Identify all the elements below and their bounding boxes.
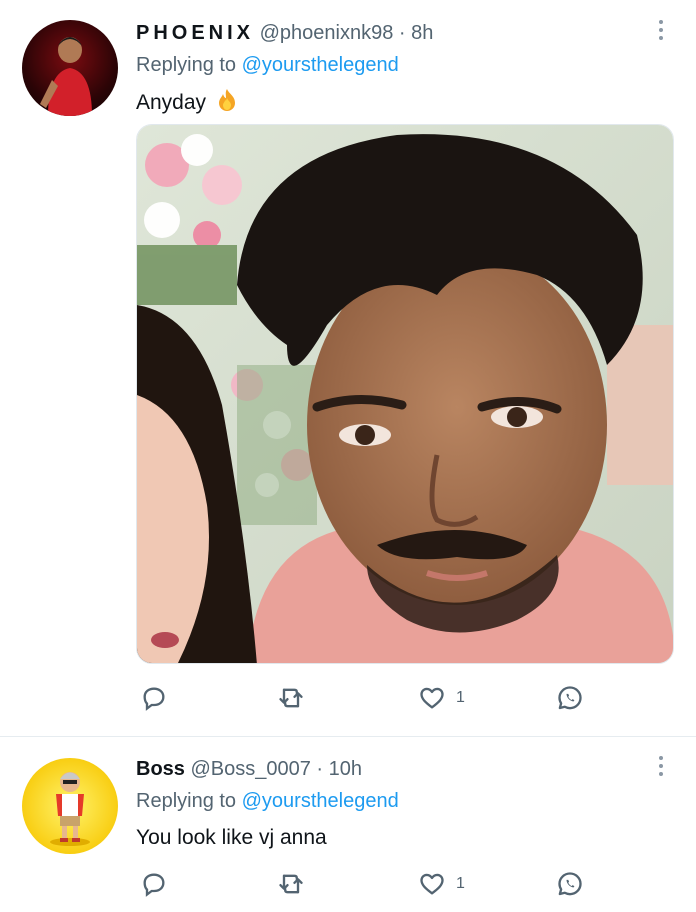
- tweet-actions: 1: [136, 870, 590, 900]
- retweet-icon: [279, 688, 303, 708]
- like-count: 1: [456, 689, 465, 706]
- tweet-actions: 1: [136, 684, 590, 714]
- like-button[interactable]: 1: [418, 870, 465, 898]
- reply-icon: [143, 687, 165, 711]
- retweet-button[interactable]: [276, 870, 306, 898]
- tweet-body: You look like vj anna: [136, 826, 327, 849]
- tweet-header: PHOENIX @phoenixnk98 · 8h: [136, 22, 433, 45]
- share-whatsapp-button[interactable]: [556, 684, 584, 712]
- whatsapp-icon: [558, 872, 582, 896]
- divider: [0, 736, 696, 737]
- whatsapp-icon: [558, 686, 582, 710]
- tweet-text: Anyday: [136, 88, 238, 118]
- display-name[interactable]: PHOENIX: [136, 22, 254, 44]
- heart-icon: [420, 687, 444, 709]
- replying-label: Replying to: [136, 54, 237, 76]
- avatar[interactable]: [22, 758, 118, 854]
- user-handle[interactable]: @phoenixnk98: [260, 22, 394, 44]
- like-button[interactable]: 1: [418, 684, 465, 712]
- mention-link[interactable]: @yoursthelegend: [242, 790, 399, 812]
- replying-label: Replying to: [136, 790, 237, 812]
- more-options-icon[interactable]: [658, 20, 664, 40]
- mention-link[interactable]: @yoursthelegend: [242, 54, 399, 76]
- replying-to: Replying to @yoursthelegend: [136, 790, 399, 813]
- tweet-header: Boss @Boss_0007 · 10h: [136, 758, 362, 781]
- display-name[interactable]: Boss: [136, 758, 185, 780]
- tweet-text: You look like vj anna: [136, 826, 327, 850]
- like-count: 1: [456, 875, 465, 892]
- avatar[interactable]: [22, 20, 118, 116]
- replying-to: Replying to @yoursthelegend: [136, 54, 399, 77]
- retweet-button[interactable]: [276, 684, 306, 712]
- reply-button[interactable]: [140, 870, 168, 898]
- share-whatsapp-button[interactable]: [556, 870, 584, 898]
- reply-icon: [143, 873, 165, 897]
- heart-icon: [420, 873, 444, 895]
- tweet-body: Anyday: [136, 91, 207, 114]
- tweet-photo[interactable]: [136, 124, 674, 664]
- fire-icon: [216, 88, 238, 118]
- more-options-icon[interactable]: [658, 756, 664, 776]
- reply-button[interactable]: [140, 684, 168, 712]
- retweet-icon: [279, 874, 303, 894]
- timestamp[interactable]: · 10h: [316, 758, 362, 780]
- user-handle[interactable]: @Boss_0007: [190, 758, 310, 780]
- timestamp[interactable]: · 8h: [399, 22, 433, 44]
